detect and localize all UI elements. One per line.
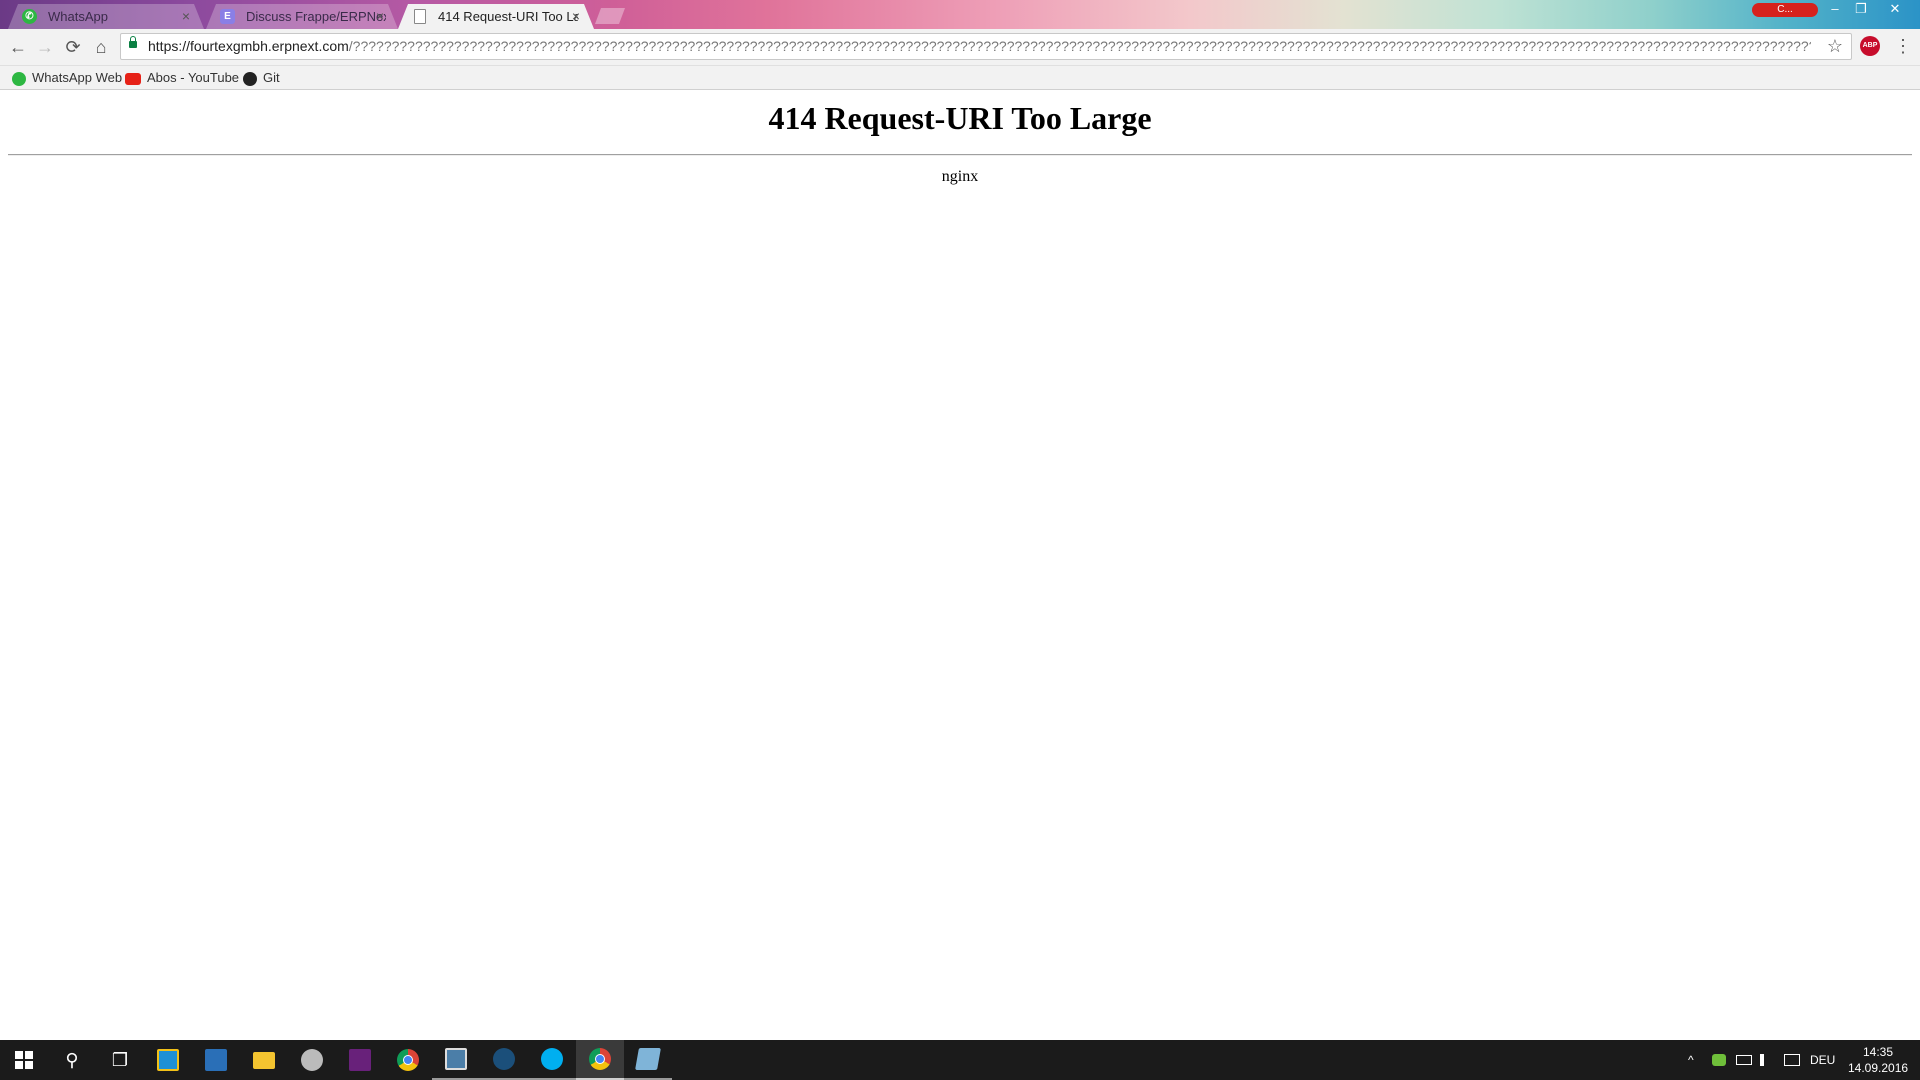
tab-label: WhatsApp xyxy=(48,9,108,24)
url-text[interactable]: https://fourtexgmbh.erpnext.com/????????… xyxy=(148,34,1811,59)
tab-whatsapp[interactable]: ✆ WhatsApp × xyxy=(8,4,204,29)
bookmark-git[interactable]: Git xyxy=(243,66,280,89)
url-scheme: https:// xyxy=(148,38,191,54)
taskbar-app-webcam[interactable] xyxy=(288,1040,336,1080)
chrome-icon xyxy=(589,1048,611,1070)
taskbar-app-window[interactable] xyxy=(432,1040,480,1080)
task-view-icon: ❐ xyxy=(111,1049,129,1070)
lock-icon xyxy=(129,36,137,48)
volume-icon[interactable] xyxy=(1760,1054,1774,1066)
browser-menu-icon[interactable]: ⋮ xyxy=(1894,35,1912,57)
bookmarks-bar: WhatsApp Web Abos - YouTube Git xyxy=(0,66,1920,90)
search-button[interactable]: ⚲ xyxy=(48,1040,96,1080)
steam-icon xyxy=(493,1048,515,1070)
youtube-icon xyxy=(125,72,141,85)
bookmark-star-icon[interactable]: ☆ xyxy=(1827,36,1843,57)
bookmark-label: Git xyxy=(263,70,280,85)
taskbar-app-steam[interactable] xyxy=(480,1040,528,1080)
clock-time: 14:35 xyxy=(1862,1045,1894,1059)
taskbar: ⚲ ❐ ^ DEU 14:35 14.09.2016 xyxy=(0,1040,1920,1080)
bookmark-label: Abos - YouTube xyxy=(147,70,240,85)
taskbar-app-visual-studio[interactable] xyxy=(336,1040,384,1080)
network-icon[interactable] xyxy=(1736,1055,1752,1065)
bookmark-whatsapp-web[interactable]: WhatsApp Web xyxy=(12,66,122,89)
notes-icon xyxy=(635,1048,661,1070)
profile-badge[interactable]: C... xyxy=(1752,3,1818,17)
webcam-icon xyxy=(301,1049,323,1071)
taskbar-app-chrome[interactable] xyxy=(384,1040,432,1080)
browser-toolbar: ← → ⟳ ⌂ https://fourtexgmbh.erpnext.com/… xyxy=(0,29,1920,66)
search-icon: ⚲ xyxy=(65,1049,79,1070)
window-app-icon xyxy=(445,1048,467,1070)
taskbar-app-skype[interactable] xyxy=(528,1040,576,1080)
adblock-plus-icon[interactable]: ABP xyxy=(1860,36,1880,56)
clock[interactable]: 14:35 14.09.2016 xyxy=(1848,1044,1908,1076)
server-signature: nginx xyxy=(941,168,979,185)
tab-close-icon[interactable]: × xyxy=(376,4,384,29)
reload-icon[interactable]: ⟳ xyxy=(61,35,85,59)
page-content: 414 Request-URI Too Large nginx xyxy=(0,90,1920,1038)
taskbar-app-notes[interactable] xyxy=(624,1040,672,1080)
close-window-button[interactable]: ✕ xyxy=(1880,0,1910,18)
taskbar-app-chrome-active[interactable] xyxy=(576,1040,624,1080)
store-icon xyxy=(157,1049,179,1071)
visual-studio-icon xyxy=(349,1049,371,1071)
bookmark-abos-youtube[interactable]: Abos - YouTube xyxy=(125,66,239,89)
address-bar[interactable]: https://fourtexgmbh.erpnext.com/????????… xyxy=(120,33,1852,60)
windows-logo-icon xyxy=(15,1051,33,1069)
restore-button[interactable]: ❐ xyxy=(1846,0,1876,18)
tab-close-icon[interactable]: × xyxy=(182,4,190,29)
task-view-button[interactable]: ❐ xyxy=(96,1040,144,1080)
document-icon xyxy=(414,9,426,24)
clock-date: 14.09.2016 xyxy=(1848,1061,1909,1075)
taskbar-app-store[interactable] xyxy=(144,1040,192,1080)
tab-414-error[interactable]: 414 Request-URI Too Lar × xyxy=(398,4,594,29)
github-icon xyxy=(243,71,257,86)
tray-chevron-icon[interactable]: ^ xyxy=(1688,1040,1694,1080)
new-tab-button[interactable] xyxy=(595,8,625,24)
chrome-icon xyxy=(397,1049,419,1071)
taskbar-app-tools[interactable] xyxy=(192,1040,240,1080)
start-button[interactable] xyxy=(0,1040,48,1080)
tray-app-icon[interactable] xyxy=(1712,1054,1726,1066)
skype-icon xyxy=(541,1048,563,1070)
home-icon[interactable]: ⌂ xyxy=(89,35,113,59)
folder-icon xyxy=(253,1051,275,1069)
erpnext-icon: E xyxy=(220,9,235,24)
tab-label: Discuss Frappe/ERPNext xyxy=(246,9,386,24)
tab-discuss-erpnext[interactable]: E Discuss Frappe/ERPNext × xyxy=(206,4,398,29)
whatsapp-icon xyxy=(12,71,26,86)
action-center-icon[interactable] xyxy=(1784,1054,1800,1066)
url-host: fourtexgmbh.erpnext.com xyxy=(190,38,349,54)
forward-arrow-icon[interactable]: → xyxy=(33,35,57,59)
tab-label: 414 Request-URI Too Lar xyxy=(438,9,578,24)
divider xyxy=(8,154,1912,156)
tools-icon xyxy=(205,1049,227,1071)
page-title: 414 Request-URI Too Large xyxy=(768,100,1152,136)
language-indicator[interactable]: DEU xyxy=(1810,1040,1835,1080)
url-path: /???????????????????????????????????????… xyxy=(348,38,1811,54)
whatsapp-icon: ✆ xyxy=(22,9,37,24)
bookmark-label: WhatsApp Web xyxy=(32,70,123,85)
back-arrow-icon[interactable]: ← xyxy=(6,35,30,59)
taskbar-app-explorer[interactable] xyxy=(240,1040,288,1080)
tab-close-icon[interactable]: × xyxy=(572,4,580,29)
browser-tab-strip: ✆ WhatsApp × E Discuss Frappe/ERPNext × … xyxy=(0,0,1920,29)
